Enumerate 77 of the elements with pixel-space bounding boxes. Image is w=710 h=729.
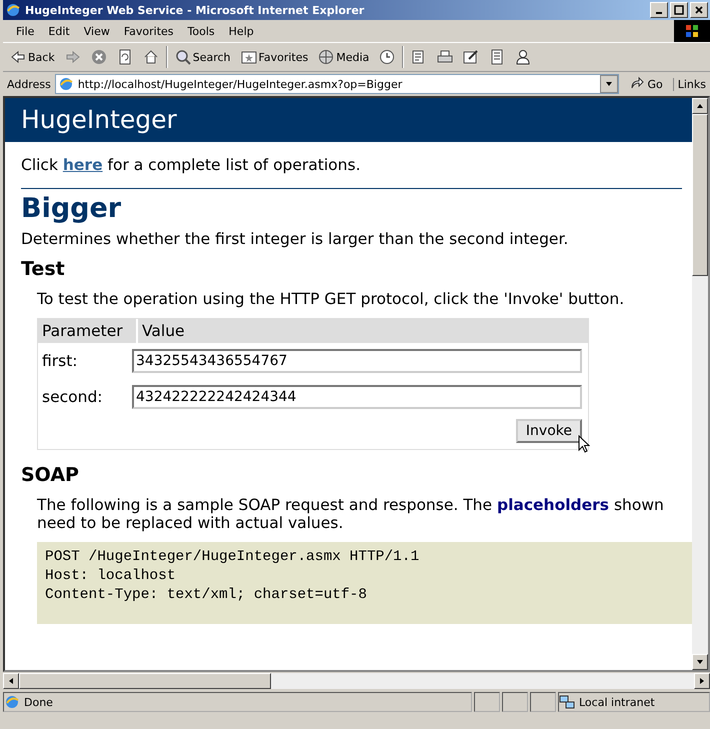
menu-item[interactable]: View xyxy=(76,24,117,38)
clock-icon xyxy=(379,49,396,65)
network-icon xyxy=(559,694,575,710)
close-icon xyxy=(694,5,704,15)
printer-icon xyxy=(437,49,454,65)
search-icon xyxy=(174,49,191,65)
menu-item[interactable]: File xyxy=(9,24,42,38)
scroll-up-button[interactable] xyxy=(692,98,708,114)
home-icon xyxy=(142,49,159,65)
test-heading: Test xyxy=(21,258,66,280)
close-button[interactable] xyxy=(690,2,708,18)
column-header: Parameter xyxy=(38,319,138,343)
back-button[interactable]: Back xyxy=(7,47,58,67)
menu-item[interactable]: Tools xyxy=(180,24,222,38)
scroll-left-button[interactable] xyxy=(3,673,19,689)
search-button[interactable]: Search xyxy=(172,47,234,67)
page-banner: HugeInteger xyxy=(5,98,692,142)
placeholders-link[interactable]: placeholders xyxy=(496,496,610,514)
menu-item[interactable]: Help xyxy=(222,24,261,38)
left-arrow-icon xyxy=(10,49,26,65)
horizontal-scrollbar[interactable] xyxy=(3,673,710,689)
code-line: Host: localhost xyxy=(45,567,177,586)
links-button[interactable]: Links xyxy=(672,78,710,90)
parameter-name: second: xyxy=(41,388,104,406)
scroll-right-button[interactable] xyxy=(694,673,710,689)
address-field[interactable]: http://localhost/HugeInteger/HugeInteger.asmx?op=Bigger xyxy=(54,74,620,94)
globe-icon xyxy=(318,49,334,65)
status-text: Done xyxy=(24,696,53,708)
dropdown-button[interactable] xyxy=(600,75,618,93)
status-pane xyxy=(530,692,556,712)
favorites-button[interactable]: Favorites xyxy=(238,47,312,67)
caret-icon xyxy=(605,80,614,88)
column-header: Value xyxy=(141,321,186,342)
parameter-name: first: xyxy=(41,352,79,370)
window-title: HugeInteger Web Service - Microsoft Internet Explorer xyxy=(25,4,366,16)
vertical-scrollbar[interactable] xyxy=(692,98,708,670)
windows-logo xyxy=(674,20,710,42)
zone-text: Local intranet xyxy=(579,696,655,708)
minimize-icon xyxy=(656,12,662,14)
browser-icon xyxy=(5,2,21,18)
operation-description: Determines whether the first integer is larger than the second integer. xyxy=(21,230,570,248)
status-pane xyxy=(474,692,500,712)
minimize-button[interactable] xyxy=(650,2,668,18)
page-icon xyxy=(58,76,74,92)
menu-item[interactable]: Edit xyxy=(41,24,77,38)
right-arrow-icon xyxy=(64,49,81,65)
test-instructions: To test the operation using the HTTP GET protocol, click the 'Invoke' button. xyxy=(37,290,626,308)
menu-item[interactable]: Favorites xyxy=(116,24,181,38)
left-arrow-icon xyxy=(7,677,15,685)
go-button[interactable]: Go xyxy=(623,76,669,92)
parameter-input[interactable]: 34325543436554767 xyxy=(132,349,582,373)
page-icon xyxy=(489,49,506,65)
scroll-down-button[interactable] xyxy=(692,654,708,670)
maximize-icon xyxy=(674,5,684,15)
person-icon xyxy=(515,49,532,65)
media-button[interactable]: Media xyxy=(315,47,372,67)
refresh-icon xyxy=(116,49,133,65)
down-arrow-icon xyxy=(696,658,704,666)
operation-heading: Bigger xyxy=(21,193,122,224)
soap-heading: SOAP xyxy=(21,464,80,486)
code-line: Content-Type: text/xml; charset=utf-8 xyxy=(45,586,368,605)
maximize-button[interactable] xyxy=(670,2,688,18)
cursor-icon xyxy=(578,435,590,453)
invoke-button[interactable]: Invoke xyxy=(516,419,582,443)
parameter-input[interactable]: 432422222242424344 xyxy=(132,385,582,409)
here-link[interactable]: here xyxy=(62,156,103,174)
code-line: POST /HugeInteger/HugeInteger.asmx HTTP/1.1 xyxy=(45,548,420,567)
right-arrow-icon xyxy=(698,677,706,685)
address-label: Address xyxy=(7,78,51,90)
status-pane xyxy=(502,692,528,712)
stop-icon xyxy=(90,49,107,65)
intro-text: Click here for a complete list of operations. xyxy=(21,156,362,174)
pencil-icon xyxy=(463,49,480,65)
page-icon xyxy=(4,694,20,710)
star-folder-icon xyxy=(240,49,257,65)
up-arrow-icon xyxy=(696,102,704,110)
soap-description: The following is a sample SOAP request and response. The placeholders shown need to be replaced with actual values. xyxy=(37,496,665,532)
